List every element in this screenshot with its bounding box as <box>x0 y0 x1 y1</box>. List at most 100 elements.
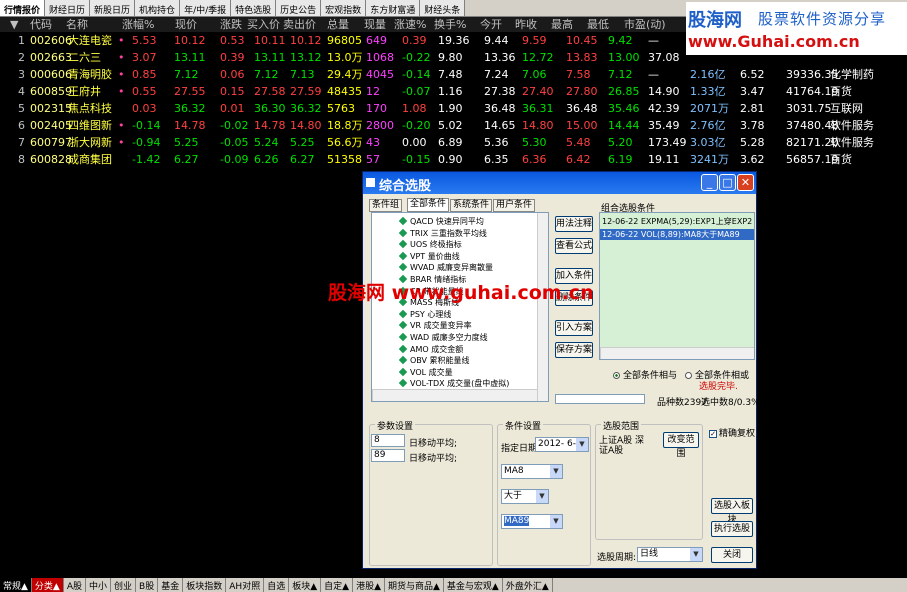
minimize-icon[interactable]: _ <box>701 174 718 191</box>
column-header[interactable]: 最低 <box>587 17 609 32</box>
column-header[interactable]: 涨跌 <box>220 17 242 32</box>
bottom-tab[interactable]: 外盘外汇▲ <box>503 578 553 592</box>
column-header[interactable]: 现量 <box>364 17 386 32</box>
top-tab[interactable]: 新股日历 <box>90 0 136 16</box>
bottom-tab[interactable]: 基金与宏观▲ <box>444 578 503 592</box>
condition-item[interactable]: VR 成交量变异率 <box>398 320 472 331</box>
save-plan-button[interactable]: 保存方案 <box>555 342 593 358</box>
top-tab[interactable]: 特色选股 <box>231 0 277 16</box>
bottom-tab[interactable]: B股 <box>136 578 159 592</box>
combo-hscrollbar[interactable] <box>600 347 754 359</box>
indicator1-select[interactable]: MA8 ▼ <box>501 464 563 479</box>
column-header[interactable]: 涨速% <box>394 17 426 32</box>
combo-item-selected[interactable]: 12-06-22 VOL(8,89):MA8大于MA89 <box>600 229 754 240</box>
column-header[interactable]: 名称 <box>66 17 88 32</box>
view-formula-button[interactable]: 查看公式 <box>555 238 593 254</box>
bottom-tab[interactable]: A股 <box>64 578 87 592</box>
top-tab[interactable]: 年/中/季报 <box>180 0 232 16</box>
column-header[interactable]: 现价 <box>175 17 197 32</box>
bottom-tab[interactable]: 板块▲ <box>289 578 322 592</box>
param1-input[interactable]: 8 <box>371 434 405 447</box>
bottom-tab[interactable]: 基金 <box>158 578 184 592</box>
param2-input[interactable]: 89 <box>371 449 405 462</box>
top-tab[interactable]: 东方财富通 <box>366 0 421 16</box>
bottom-tab[interactable]: 板块指数 <box>183 578 227 592</box>
add-to-board-button[interactable]: 选股入板块 <box>711 498 753 525</box>
condition-item[interactable]: UOS 终极指标 <box>398 239 462 250</box>
param-title: 参数设置 <box>375 419 416 432</box>
table-row[interactable]: 8 600828 成商集团 -1.42 6.27 -0.09 6.26 6.27 51358 57… <box>0 151 852 168</box>
table-cell: 43 <box>366 136 380 149</box>
date-picker[interactable]: 2012- 6-22 ▼ <box>535 437 589 452</box>
tab-all-conditions[interactable]: 全部条件 <box>407 198 450 212</box>
table-row[interactable]: 6 002405 四维图新 • -0.14 14.78 -0.02 14.78 14.80 18.… <box>0 117 874 134</box>
condition-item[interactable]: TRIX 三重指数平均线 <box>398 228 487 239</box>
top-tab[interactable]: 财经日历 <box>45 0 91 16</box>
combo-condition-list[interactable]: 12-06-22 EXPMA(5,29):EXP1上穿EXP2 12-06-22… <box>599 212 755 360</box>
bottom-tab[interactable]: 中小 <box>86 578 112 592</box>
usage-notes-button[interactable]: 用法注释 <box>555 216 593 232</box>
param2-label: 日移动平均; <box>409 454 458 464</box>
bottom-tab[interactable]: 分类▲ <box>31 578 64 592</box>
column-header[interactable]: 今开 <box>480 17 502 32</box>
column-header[interactable]: 换手% <box>434 17 466 32</box>
bottom-tab[interactable]: 港股▲ <box>353 578 385 592</box>
condition-item[interactable]: PSY 心理线 <box>398 309 451 320</box>
close-button[interactable]: 关闭 <box>711 547 753 563</box>
top-tab[interactable]: 财经头条 <box>420 0 466 16</box>
condition-item[interactable]: WVAD 威廉变异离散量 <box>398 262 493 273</box>
table-row[interactable]: 2 002663 二六三 • 3.07 13.11 0.39 13.11 13.12 13.0万 1… <box>0 49 690 66</box>
column-header[interactable]: 市盈(动) <box>624 17 666 32</box>
close-icon[interactable]: ✕ <box>737 174 754 191</box>
column-header[interactable]: 最高 <box>551 17 573 32</box>
top-tab[interactable]: 历史公告 <box>276 0 322 16</box>
indicator-icon <box>398 367 408 377</box>
table-row[interactable]: 1 002606 大连电瓷 • 5.53 10.12 0.53 10.11 10.12 96805… <box>0 32 690 49</box>
table-cell: 600859 <box>30 85 72 98</box>
maximize-icon[interactable]: □ <box>719 174 736 191</box>
radio-and[interactable]: 全部条件相与 <box>613 368 677 381</box>
column-header[interactable]: 总量 <box>327 17 349 32</box>
bottom-tab[interactable]: AH对照 <box>226 578 265 592</box>
condition-scrollbar[interactable] <box>537 213 548 401</box>
table-row[interactable]: 5 002315 焦点科技 0.03 36.32 0.01 36.30 36.32 5763 17… <box>0 100 863 117</box>
column-header[interactable]: ▼ <box>10 17 18 32</box>
condition-item[interactable]: QACD 快速异同平均 <box>398 216 484 227</box>
column-header[interactable]: 卖出价 <box>283 17 316 32</box>
condition-item[interactable]: OBV 累积能量线 <box>398 355 470 366</box>
bottom-tab[interactable]: 期货与商品▲ <box>385 578 444 592</box>
period-select[interactable]: 日线 ▼ <box>637 547 703 562</box>
top-tab[interactable]: 行情报价 <box>0 0 46 16</box>
operator-select[interactable]: 大于 ▼ <box>501 489 549 504</box>
bottom-tab[interactable]: 创业 <box>111 578 137 592</box>
bottom-tab[interactable]: 常规▲ <box>0 578 32 592</box>
import-plan-button[interactable]: 引入方案 <box>555 320 593 336</box>
bottom-tab[interactable]: 自定▲ <box>321 578 354 592</box>
table-row[interactable]: 3 000606 青海明胶 • 0.85 7.12 0.06 7.12 7.13 29.4万 404… <box>0 66 874 83</box>
column-header[interactable]: 昨收 <box>515 17 537 32</box>
condition-item[interactable]: WAD 威廉多空力度线 <box>398 332 488 343</box>
condition-hscrollbar[interactable] <box>372 389 537 401</box>
top-tab[interactable]: 机构持仓 <box>135 0 181 16</box>
condition-item[interactable]: VOL-TDX 成交量(盘中虚拟) <box>398 378 509 389</box>
exact-adjust-checkbox[interactable]: ✓ 精确复权 <box>709 426 755 439</box>
column-header[interactable]: 代码 <box>30 17 52 32</box>
tab-user-conditions[interactable]: 用户条件 <box>493 199 536 212</box>
condition-item[interactable]: AMO 成交金额 <box>398 344 463 355</box>
condition-item[interactable]: VOL 成交量 <box>398 367 453 378</box>
top-tab[interactable]: 宏观指数 <box>321 0 367 16</box>
condition-item[interactable]: VPT 量价曲线 <box>398 251 460 262</box>
combo-item[interactable]: 12-06-22 EXPMA(5,29):EXP1上穿EXP2 <box>602 216 752 227</box>
execute-button[interactable]: 执行选股 <box>711 521 753 537</box>
tab-system-conditions[interactable]: 系统条件 <box>450 199 493 212</box>
condition-tree[interactable]: VOL-TDX 成交量(盘中虚拟) VOL 成交量 OBV 累积能量线 AMO 成交金… <box>371 212 549 402</box>
column-header[interactable]: 涨幅% <box>122 17 154 32</box>
table-row[interactable]: 4 600859 王府井 • 0.55 27.55 0.15 27.58 27.59 48435 1… <box>0 83 852 100</box>
indicator2-select[interactable]: MA89 ▼ <box>501 514 563 529</box>
table-cell: 0.00 <box>402 136 427 149</box>
bottom-tab[interactable]: 自选 <box>264 578 290 592</box>
table-row[interactable]: 7 600797 浙大网新 • -0.94 5.25 -0.05 5.24 5.25 56.6万 4… <box>0 134 874 151</box>
column-header[interactable]: 买入价 <box>247 17 280 32</box>
tab-condition-group[interactable]: 条件组 <box>369 199 403 212</box>
change-range-button[interactable]: 改变范围 <box>663 432 699 459</box>
